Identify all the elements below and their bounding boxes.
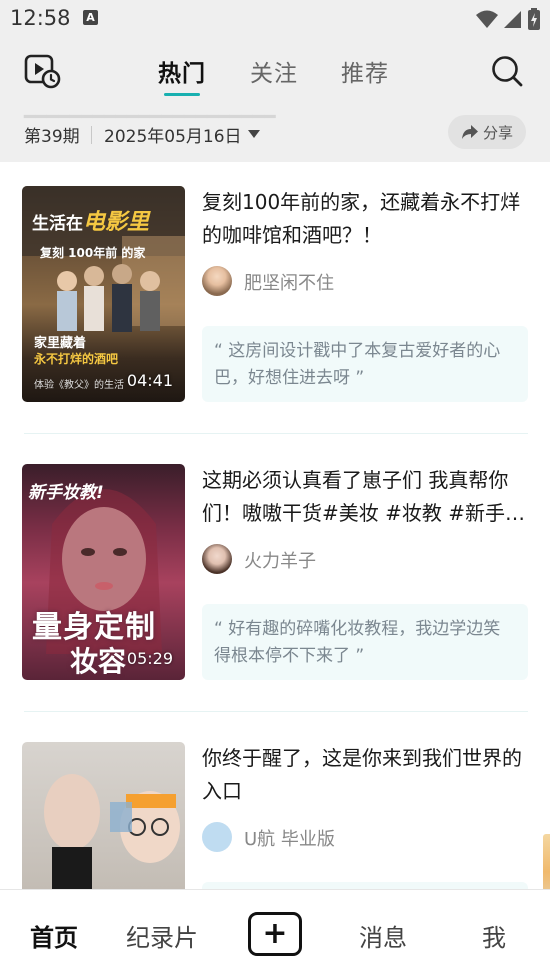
card-divider [24,433,528,434]
video-feed: 生活在电影里 复刻 100年前 的家 家里藏着 永不打烊的酒吧 体验《教父》的生… [0,162,550,889]
video-title[interactable]: 复刻100年前的家，还藏着永不打烊的咖啡馆和酒吧？！ [202,186,532,252]
tab-recommended[interactable]: 推荐 [341,54,389,88]
thumb-caption-top: 新手妆教! [28,483,104,503]
thumb-caption-bottom: 体验《教父》的生活 [34,380,124,391]
thumb-caption-top: 生活在电影里 [32,204,149,236]
author-avatar[interactable] [202,544,232,574]
share-button[interactable]: 分享 [448,115,526,149]
wifi-icon [476,10,498,28]
video-card[interactable]: 你终于醒了，这是你来到我们世界的入口 U航 毕业版 [0,718,550,889]
issue-divider [91,126,92,144]
featured-comment: “ 好有趣的碎嘴化妆教程，我边学边笑得根本停不下来了 ” [202,604,528,680]
active-tab-indicator [164,93,200,96]
video-thumbnail[interactable]: 新手妆教! 量身定制 妆容 05:29 [22,464,185,680]
video-title[interactable]: 这期必须认真看了崽子们 我真帮你们！嗷嗷干货#美妆 #妆教 #新手… [202,464,532,530]
top-nav: 热门 关注 推荐 [0,38,550,110]
author-avatar[interactable] [202,822,232,852]
author-name[interactable]: U航 毕业版 [244,825,335,851]
nav-home[interactable]: 首页 [30,918,78,953]
video-duration: 05:29 [126,649,173,668]
signal-icon [504,11,521,28]
thumb-caption-a: 生活在 [32,214,83,234]
video-card[interactable]: 新手妆教! 量身定制 妆容 05:29 这期必须认真看了崽子们 我真帮你们！嗷嗷… [0,440,550,718]
bottom-nav: 首页 纪录片 + 消息 我 [0,889,550,979]
video-thumbnail[interactable]: 生活在电影里 复刻 100年前 的家 家里藏着 永不打烊的酒吧 体验《教父》的生… [22,186,185,402]
thumb-caption-lower-a: 家里藏着 [34,336,87,351]
date-dropdown-icon[interactable] [248,130,260,138]
author-name[interactable]: 肥坚闲不住 [244,269,334,295]
plus-icon: + [262,916,288,951]
author-avatar[interactable] [202,266,232,296]
tab-following[interactable]: 关注 [250,54,298,88]
issue-number: 第39期 [24,127,80,147]
share-label: 分享 [482,123,513,142]
notification-a-icon: A [83,10,98,25]
add-button[interactable]: + [248,912,302,956]
thumb-caption-mid: 复刻 100年前 的家 [40,246,146,260]
featured-comment: “ 这房间设计戳中了本复古爱好者的心巴，好想住进去呀 ” [202,326,528,402]
header-tabs: 热门 关注 推荐 [0,38,550,110]
thumb-caption-lower-b: 永不打烊的酒吧 [34,352,119,366]
thumb-caption-big-2: 妆容 [70,645,127,678]
status-indicators [476,8,540,30]
featured-comment [202,882,528,889]
battery-icon [528,8,540,30]
video-card[interactable]: 生活在电影里 复刻 100年前 的家 家里藏着 永不打烊的酒吧 体验《教父》的生… [0,162,550,440]
nav-documentary[interactable]: 纪录片 [126,918,198,953]
tab-hot[interactable]: 热门 [158,54,206,88]
author-name[interactable]: 火力羊子 [244,547,316,573]
video-thumbnail[interactable] [22,742,185,889]
video-duration: 04:41 [126,371,173,390]
thumbnail-scene [44,774,180,889]
nav-messages[interactable]: 消息 [359,918,407,953]
card-divider [24,711,528,712]
issue-bar: ━━━━━━━━━━━━━━━━━━━━━━ 第39期 2025年05月16日 … [0,110,550,162]
search-icon[interactable] [490,54,524,88]
status-bar: 12:58 A [0,0,550,38]
status-time: 12:58 [10,6,71,30]
issue-date[interactable]: 2025年05月16日 [104,122,242,147]
thumb-caption-b: 电影里 [83,210,150,235]
nav-me[interactable]: 我 [482,918,506,953]
share-arrow-icon [461,125,478,139]
video-title[interactable]: 你终于醒了，这是你来到我们世界的入口 [202,742,532,808]
